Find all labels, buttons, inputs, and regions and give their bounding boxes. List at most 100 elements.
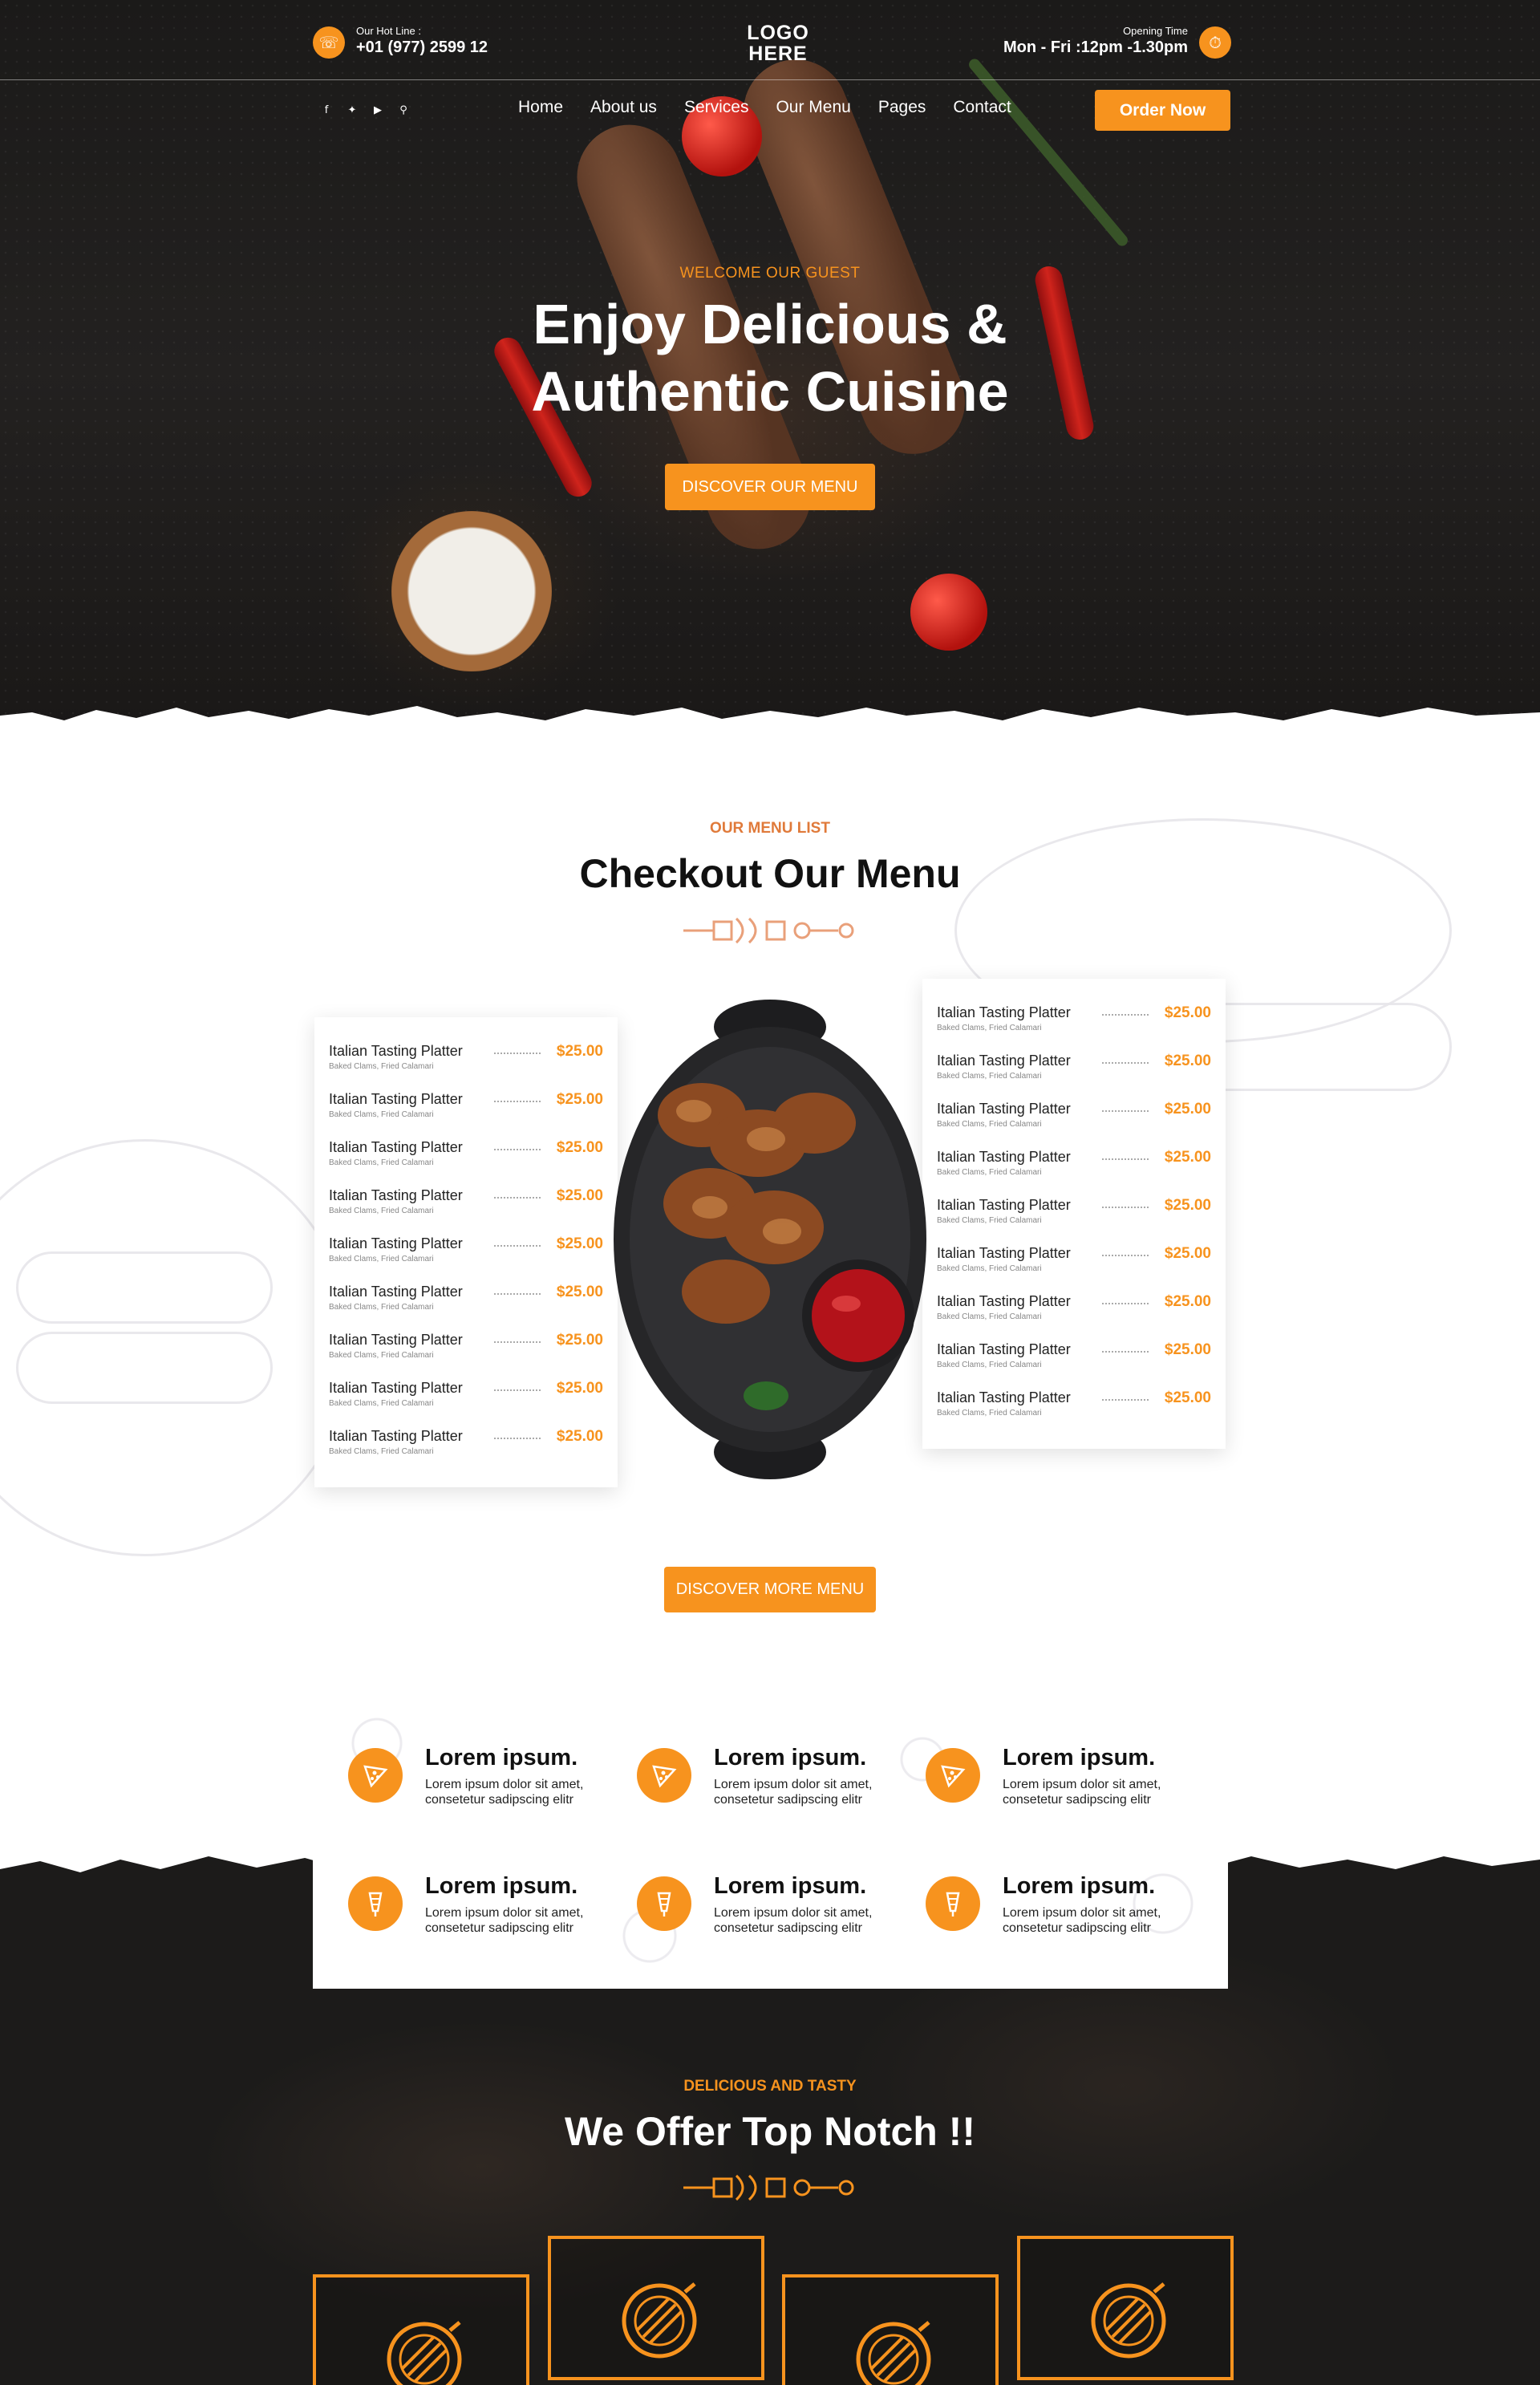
offer-card[interactable] — [782, 2274, 999, 2385]
menu-item-name: Italian Tasting Platter — [329, 1332, 463, 1348]
feature-text: Lorem ipsum dolor sit amet, consetetur s… — [425, 1906, 584, 1935]
menu-item[interactable]: Italian Tasting Platter Baked Clams, Frie… — [937, 1341, 1211, 1377]
offer-card[interactable] — [1017, 2236, 1234, 2380]
menu-item[interactable]: Italian Tasting Platter Baked Clams, Frie… — [937, 1149, 1211, 1184]
menu-item-name: Italian Tasting Platter — [937, 1149, 1071, 1165]
nav-item-services[interactable]: Services — [684, 98, 749, 117]
top-bar: ☏ Our Hot Line : +01 (977) 2599 12 LOGO … — [313, 22, 1231, 64]
menu-item[interactable]: Italian Tasting Platter Baked Clams, Frie… — [329, 1187, 603, 1223]
menu-item-description: Baked Clams, Fried Calamari — [937, 1264, 1042, 1273]
twitter-icon[interactable]: ✦ — [345, 103, 359, 117]
menu-item-name: Italian Tasting Platter — [937, 1101, 1071, 1117]
torn-paper-edge — [0, 706, 1540, 738]
logo-line-2: HERE — [748, 43, 808, 65]
menu-item-price: $25.00 — [1164, 1293, 1211, 1310]
menu-item[interactable]: Italian Tasting Platter Baked Clams, Frie… — [329, 1428, 603, 1463]
grilled-chicken-pan-image — [614, 1000, 926, 1479]
kebab-icon — [926, 1876, 980, 1931]
menu-item-price: $25.00 — [556, 1380, 603, 1397]
menu-item-name: Italian Tasting Platter — [937, 1053, 1071, 1069]
feature-item: Lorem ipsum. Lorem ipsum dolor sit amet, … — [313, 1856, 583, 1944]
site-logo[interactable]: LOGO HERE — [738, 22, 818, 64]
menu-item-price: $25.00 — [1164, 1245, 1211, 1262]
menu-item-description: Baked Clams, Fried Calamari — [329, 1207, 434, 1215]
social-links: f ✦ ▶ ⚲ — [319, 103, 411, 117]
menu-item[interactable]: Italian Tasting Platter Baked Clams, Frie… — [329, 1043, 603, 1078]
nav-item-about[interactable]: About us — [590, 98, 657, 117]
menu-item-name: Italian Tasting Platter — [329, 1428, 463, 1444]
pizza-slice-icon — [637, 1748, 691, 1803]
menu-item-description: Baked Clams, Fried Calamari — [329, 1351, 434, 1360]
menu-item-description: Baked Clams, Fried Calamari — [937, 1072, 1042, 1081]
hero-title-line-1: Enjoy Delicious & — [533, 293, 1007, 355]
feature-text: Lorem ipsum dolor sit amet, consetetur s… — [1003, 1906, 1161, 1935]
facebook-icon[interactable]: f — [319, 103, 334, 117]
menu-item-dots — [1102, 1351, 1149, 1353]
menu-item[interactable]: Italian Tasting Platter Baked Clams, Frie… — [937, 1101, 1211, 1136]
menu-item[interactable]: Italian Tasting Platter Baked Clams, Frie… — [937, 1197, 1211, 1232]
menu-item-name: Italian Tasting Platter — [937, 1245, 1071, 1261]
menu-item-name: Italian Tasting Platter — [329, 1091, 463, 1107]
menu-title: Checkout Our Menu — [579, 851, 961, 896]
nav-item-home[interactable]: Home — [518, 98, 563, 117]
nav-item-contact[interactable]: Contact — [953, 98, 1011, 117]
features-panel: Lorem ipsum. Lorem ipsum dolor sit amet, … — [313, 1695, 1228, 1989]
header-divider — [0, 79, 1540, 80]
menu-item-dots — [494, 1149, 541, 1150]
menu-item-description: Baked Clams, Fried Calamari — [329, 1062, 434, 1071]
menu-item-price: $25.00 — [1164, 1341, 1211, 1358]
clock-icon: ⏱ — [1199, 26, 1231, 59]
menu-item-description: Baked Clams, Fried Calamari — [937, 1120, 1042, 1129]
nav-item-menu[interactable]: Our Menu — [776, 98, 850, 117]
menu-item-name: Italian Tasting Platter — [937, 1197, 1071, 1213]
offer-card[interactable] — [313, 2274, 529, 2385]
menu-item-dots — [494, 1438, 541, 1439]
menu-list-left: Italian Tasting Platter Baked Clams, Frie… — [314, 1017, 618, 1487]
menu-item-name: Italian Tasting Platter — [937, 1389, 1071, 1405]
nav-item-pages[interactable]: Pages — [878, 98, 926, 117]
menu-item-dots — [494, 1053, 541, 1054]
menu-item[interactable]: Italian Tasting Platter Baked Clams, Frie… — [937, 1389, 1211, 1425]
opening-time-label: Opening Time — [1123, 25, 1188, 37]
youtube-icon[interactable]: ▶ — [371, 103, 385, 117]
menu-item-dots — [1102, 1062, 1149, 1064]
menu-list-right: Italian Tasting Platter Baked Clams, Frie… — [922, 979, 1226, 1449]
hotline-number[interactable]: +01 (977) 2599 12 — [356, 39, 488, 57]
menu-kicker: OUR MENU LIST — [710, 820, 830, 837]
menu-item[interactable]: Italian Tasting Platter Baked Clams, Frie… — [937, 1245, 1211, 1280]
offer-title: We Offer Top Notch !! — [565, 2109, 975, 2154]
order-now-button[interactable]: Order Now — [1095, 90, 1230, 131]
search-icon[interactable]: ⚲ — [396, 103, 411, 117]
menu-item-description: Baked Clams, Fried Calamari — [937, 1409, 1042, 1418]
menu-item[interactable]: Italian Tasting Platter Baked Clams, Frie… — [329, 1380, 603, 1415]
menu-item-dots — [1102, 1303, 1149, 1304]
sketch-sausage — [16, 1332, 273, 1404]
discover-menu-button[interactable]: DISCOVER OUR MENU — [665, 464, 875, 510]
menu-item[interactable]: Italian Tasting Platter Baked Clams, Frie… — [329, 1139, 603, 1174]
menu-item[interactable]: Italian Tasting Platter Baked Clams, Frie… — [329, 1091, 603, 1126]
menu-item-dots — [1102, 1014, 1149, 1016]
menu-item[interactable]: Italian Tasting Platter Baked Clams, Frie… — [329, 1284, 603, 1319]
menu-item-description: Baked Clams, Fried Calamari — [329, 1303, 434, 1312]
menu-item-description: Baked Clams, Fried Calamari — [937, 1361, 1042, 1369]
feature-item: Lorem ipsum. Lorem ipsum dolor sit amet, … — [602, 1727, 872, 1815]
menu-item-description: Baked Clams, Fried Calamari — [329, 1399, 434, 1408]
menu-item-name: Italian Tasting Platter — [329, 1187, 463, 1203]
grill-plate-icon — [622, 2282, 697, 2359]
menu-item[interactable]: Italian Tasting Platter Baked Clams, Frie… — [937, 1053, 1211, 1088]
grill-plate-icon — [856, 2321, 931, 2385]
menu-item-dots — [1102, 1110, 1149, 1112]
menu-item-price: $25.00 — [1164, 1149, 1211, 1166]
hotline-label: Our Hot Line : — [356, 25, 421, 37]
menu-item[interactable]: Italian Tasting Platter Baked Clams, Frie… — [329, 1235, 603, 1271]
menu-item-dots — [494, 1197, 541, 1199]
offer-card[interactable] — [548, 2236, 764, 2380]
discover-more-menu-button[interactable]: DISCOVER MORE MENU — [664, 1567, 876, 1612]
menu-item[interactable]: Italian Tasting Platter Baked Clams, Frie… — [937, 1293, 1211, 1328]
hero-kicker: WELCOME OUR GUEST — [679, 265, 861, 282]
menu-item[interactable]: Italian Tasting Platter Baked Clams, Frie… — [937, 1004, 1211, 1040]
menu-item[interactable]: Italian Tasting Platter Baked Clams, Frie… — [329, 1332, 603, 1367]
menu-item-description: Baked Clams, Fried Calamari — [329, 1110, 434, 1119]
menu-item-price: $25.00 — [556, 1091, 603, 1108]
menu-item-description: Baked Clams, Fried Calamari — [329, 1447, 434, 1456]
